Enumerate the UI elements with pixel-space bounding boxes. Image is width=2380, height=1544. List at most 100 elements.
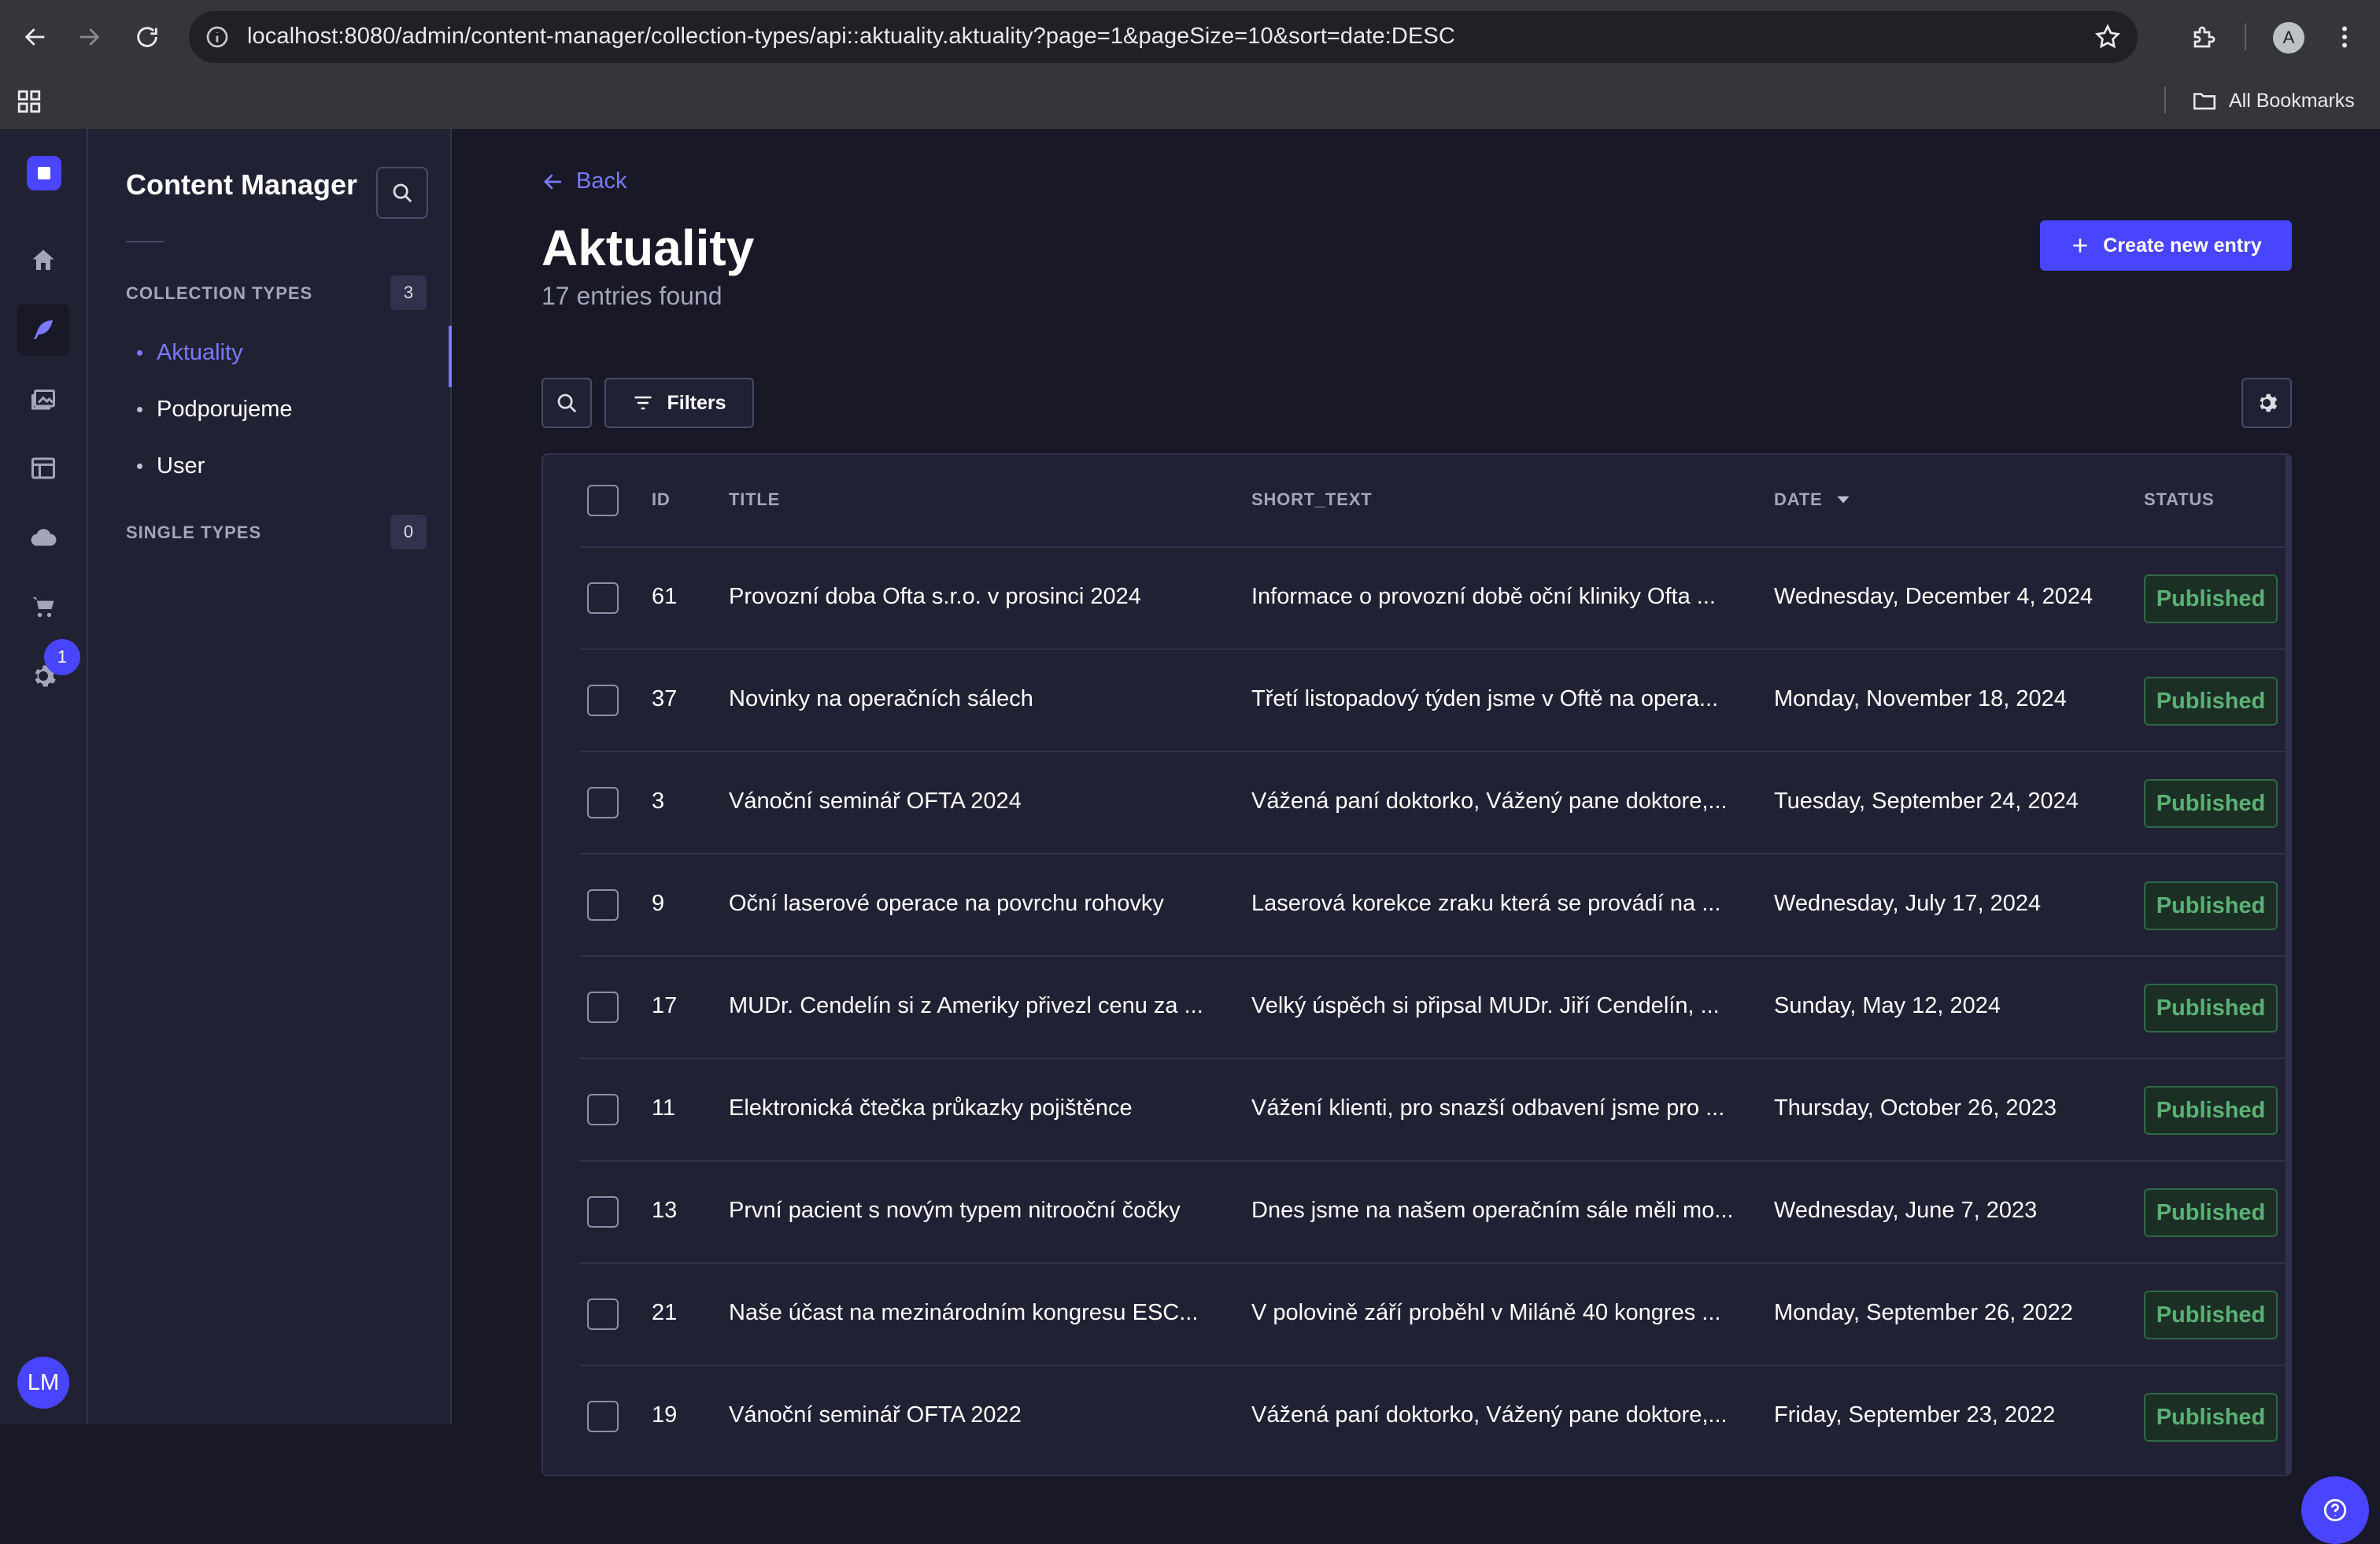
nav-media-library[interactable]	[17, 373, 69, 425]
bullet-dot	[137, 350, 142, 356]
cell-date: Tuesday, September 24, 2024	[1774, 789, 2079, 814]
single-types-heading[interactable]: SINGLE TYPES	[126, 523, 261, 543]
table-row[interactable]: 17 MUDr. Cendelín si z Ameriky přivezl ce…	[579, 955, 2290, 1058]
search-icon	[393, 183, 412, 203]
row-checkbox[interactable]	[587, 992, 619, 1023]
browser-back-button[interactable]	[17, 19, 54, 55]
cell-date: Monday, September 26, 2022	[1774, 1300, 2073, 1325]
site-info-icon[interactable]	[205, 24, 230, 50]
select-all-checkbox[interactable]	[587, 485, 619, 516]
cell-date: Thursday, October 26, 2023	[1774, 1095, 2057, 1121]
table-row[interactable]: 9 Oční laserové operace na povrchu rohovk…	[579, 853, 2290, 955]
cell-id: 21	[652, 1300, 678, 1325]
table-search-button[interactable]	[541, 378, 592, 428]
column-header-date[interactable]: DATE	[1774, 489, 1853, 510]
table-scrollbar[interactable]	[2286, 455, 2290, 1475]
logo-mark	[38, 167, 50, 179]
cell-short-text: Informace o provozní době oční kliniky O…	[1251, 584, 1716, 609]
cell-id: 9	[652, 891, 665, 916]
all-bookmarks-button[interactable]: All Bookmarks	[2191, 85, 2355, 116]
row-checkbox[interactable]	[587, 1298, 619, 1330]
cell-date: Wednesday, July 17, 2024	[1774, 891, 2042, 916]
filters-button[interactable]: Filters	[604, 378, 754, 428]
bullet-dot	[137, 464, 142, 469]
url-text: localhost:8080/admin/content-manager/col…	[247, 24, 1455, 49]
sidebar-item-user[interactable]: User	[137, 453, 205, 479]
browser-reload-button[interactable]	[129, 19, 165, 55]
row-checkbox[interactable]	[587, 787, 619, 818]
table-row[interactable]: 61 Provozní doba Ofta s.r.o. v prosinci 2…	[579, 546, 2290, 648]
apps-grid-icon[interactable]	[16, 88, 42, 115]
cell-title: Elektronická čtečka průkazky pojištěnce	[729, 1095, 1133, 1121]
row-checkbox[interactable]	[587, 582, 619, 614]
extensions-button[interactable]	[2188, 20, 2221, 54]
row-checkbox[interactable]	[587, 889, 619, 921]
profile-avatar[interactable]: A	[2273, 22, 2304, 54]
feather-icon	[34, 320, 53, 339]
all-bookmarks-label: All Bookmarks	[2229, 89, 2355, 112]
arrow-right-icon	[79, 28, 100, 46]
cart-icon	[32, 597, 54, 618]
user-avatar[interactable]: LM	[17, 1357, 69, 1409]
browser-menu-button[interactable]	[2328, 20, 2361, 54]
filter-icon	[634, 396, 652, 410]
status-badge: Published	[2144, 1291, 2278, 1339]
cell-title: Vánoční seminář OFTA 2024	[729, 789, 1022, 814]
entries-count: 17 entries found	[541, 282, 722, 310]
table-row[interactable]: 21 Naše účast na mezinárodním kongresu ES…	[579, 1262, 2290, 1365]
nav-content-type-builder[interactable]	[17, 442, 69, 494]
cell-id: 19	[652, 1402, 678, 1428]
status-badge: Published	[2144, 1086, 2278, 1135]
status-badge: Published	[2144, 881, 2278, 930]
create-label: Create new entry	[2103, 234, 2262, 257]
table-row[interactable]: 37 Novinky na operačních sálech Třetí list…	[579, 648, 2290, 751]
help-button[interactable]	[2301, 1476, 2369, 1544]
create-new-entry-button[interactable]: Create new entry	[2040, 220, 2292, 271]
row-checkbox[interactable]	[587, 1401, 619, 1432]
subnav-search-button[interactable]	[376, 167, 428, 219]
folder-icon	[2193, 93, 2216, 110]
nav-content-manager[interactable]	[17, 304, 69, 356]
table-row[interactable]: 13 První pacient s novým typem nitrooční …	[579, 1160, 2290, 1262]
status-badge: Published	[2144, 984, 2278, 1032]
cell-id: 13	[652, 1198, 678, 1223]
cell-title: Oční laserové operace na povrchu rohovky	[729, 891, 1164, 916]
filters-label: Filters	[667, 391, 726, 414]
collection-types-heading[interactable]: COLLECTION TYPES	[126, 283, 312, 304]
column-header-title[interactable]: TITLE	[729, 489, 780, 510]
nav-cloud[interactable]	[17, 512, 69, 563]
cell-title: První pacient s novým typem nitrooční čo…	[729, 1198, 1181, 1223]
single-types-count: 0	[390, 515, 427, 549]
row-checkbox[interactable]	[587, 1094, 619, 1125]
reload-icon	[137, 27, 157, 47]
nav-marketplace[interactable]	[17, 581, 69, 633]
cell-short-text: V polovině září proběhl v Miláně 40 kong…	[1251, 1300, 1721, 1325]
subnav-title: Content Manager	[126, 168, 358, 201]
table-row[interactable]: 11 Elektronická čtečka průkazky pojištěnc…	[579, 1058, 2290, 1160]
browser-forward-button[interactable]	[71, 19, 107, 55]
cell-short-text: Třetí listopadový týden jsme v Oftě na o…	[1251, 686, 1719, 711]
cell-short-text: Dnes jsme na našem operačním sále měli m…	[1251, 1198, 1734, 1223]
table-row[interactable]: 3 Vánoční seminář OFTA 2024 Vážená paní do…	[579, 751, 2290, 853]
status-badge: Published	[2144, 677, 2278, 726]
cell-short-text: Vážená paní doktorko, Vážený pane doktor…	[1251, 1402, 1728, 1428]
content-manager-subnav: Content Manager COLLECTION TYPES 3 Aktua…	[88, 129, 452, 1424]
sidebar-item-aktuality[interactable]: Aktuality	[137, 340, 243, 366]
table-row[interactable]: 19 Vánoční seminář OFTA 2022 Vážená paní d…	[579, 1365, 2290, 1467]
cell-title: Vánoční seminář OFTA 2022	[729, 1402, 1022, 1428]
back-link[interactable]: Back	[541, 168, 626, 194]
address-bar[interactable]: localhost:8080/admin/content-manager/col…	[189, 11, 2138, 63]
nav-home[interactable]	[17, 235, 69, 286]
column-header-status[interactable]: STATUS	[2144, 489, 2215, 510]
bookmark-star-icon[interactable]	[2094, 23, 2122, 51]
column-header-id[interactable]: ID	[652, 489, 671, 510]
strapi-logo[interactable]	[27, 156, 61, 190]
sidebar-item-label: User	[157, 453, 205, 478]
view-settings-button[interactable]	[2241, 378, 2292, 428]
entries-table: ID TITLE SHORT_TEXT DATE STATUS 61 Provoz…	[541, 453, 2292, 1476]
row-checkbox[interactable]	[587, 1196, 619, 1228]
sidebar-item-podporujeme[interactable]: Podporujeme	[137, 397, 293, 423]
row-checkbox[interactable]	[587, 685, 619, 716]
arrow-left-icon	[24, 28, 45, 46]
column-header-short-text[interactable]: SHORT_TEXT	[1251, 489, 1372, 510]
